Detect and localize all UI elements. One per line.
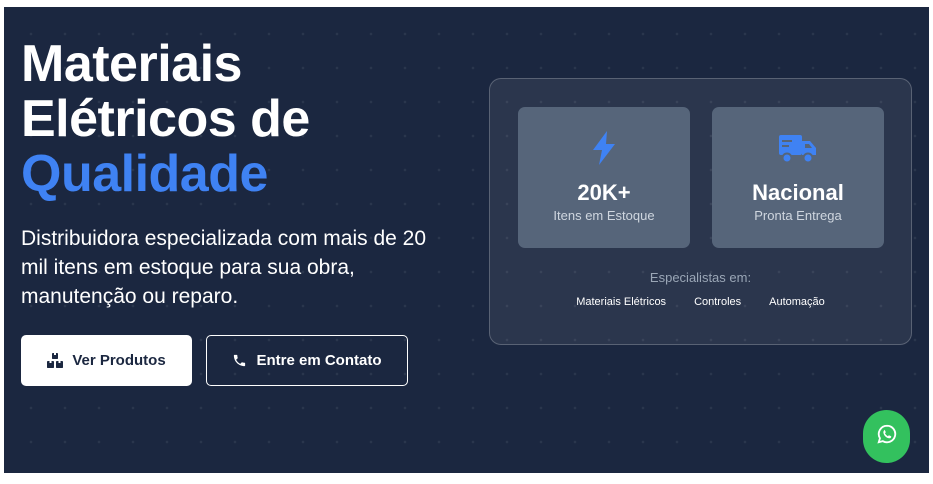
whatsapp-button[interactable] xyxy=(863,410,910,463)
delivery-truck-icon xyxy=(712,131,884,165)
stat-card-stock: 20K+ Itens em Estoque xyxy=(518,107,690,248)
stat-value: Nacional xyxy=(752,180,844,205)
contact-label: Entre em Contato xyxy=(256,352,382,369)
specialty-item: Controles xyxy=(694,296,742,308)
hero-section: Materiais Elétricos de Qualidade Distrib… xyxy=(4,7,929,473)
headline-accent: Qualidade xyxy=(21,145,268,203)
highlights-panel: 20K+ Itens em Estoque Nacional Pronta En… xyxy=(489,78,912,345)
specialties-title: Especialistas em: xyxy=(649,270,752,285)
view-products-button[interactable]: Ver Produtos xyxy=(21,335,192,386)
headline-line-1: Materiais xyxy=(21,35,242,93)
stat-value: 20K+ xyxy=(577,180,631,205)
view-products-label: Ver Produtos xyxy=(72,352,166,369)
hero-headline: Materiais Elétricos de Qualidade xyxy=(21,37,310,202)
headline-line-2: Elétricos de xyxy=(21,90,310,148)
specialty-item: Automação xyxy=(769,296,825,308)
contact-button[interactable]: Entre em Contato xyxy=(206,335,408,386)
phone-icon xyxy=(232,353,247,368)
specialty-item: Materiais Elétricos xyxy=(576,296,667,308)
hero-subtitle: Distribuidora especializada com mais de … xyxy=(21,227,427,308)
stat-card-delivery: Nacional Pronta Entrega xyxy=(712,107,884,248)
lightning-bolt-icon xyxy=(518,131,690,165)
stat-label: Itens em Estoque xyxy=(553,208,655,223)
stat-label: Pronta Entrega xyxy=(754,208,842,223)
boxes-icon xyxy=(47,353,64,368)
whatsapp-icon xyxy=(876,423,898,450)
specialties-list: Materiais Elétricos Controles Automação xyxy=(490,296,911,308)
